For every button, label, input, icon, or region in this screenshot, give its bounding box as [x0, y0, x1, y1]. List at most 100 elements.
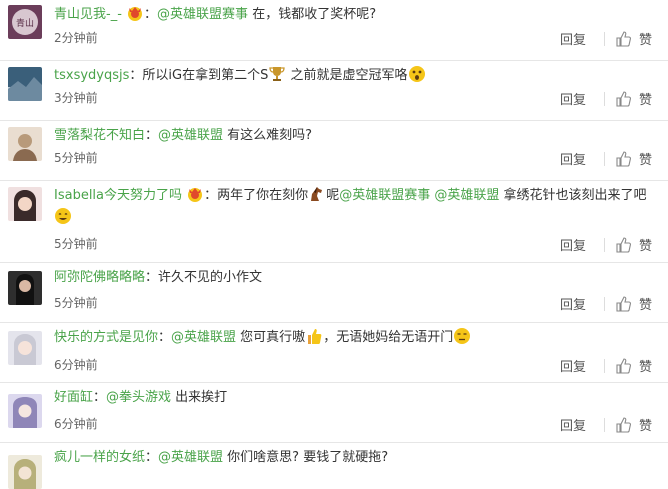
- thumbs-up-icon[interactable]: [615, 30, 631, 47]
- mention-link[interactable]: @英雄联盟: [434, 188, 499, 203]
- thumbs-up-icon[interactable]: [615, 357, 631, 374]
- avatar[interactable]: [8, 331, 42, 365]
- like-button[interactable]: 赞: [639, 415, 652, 434]
- comment-body: 疯儿一样的女纸：@英雄联盟 你们啥意思? 要钱了就硬拖?: [54, 450, 389, 465]
- comment-text: 两年了你在刻你: [217, 188, 309, 203]
- comment-text: 拿绣花针也该刻出来了吧: [499, 188, 647, 203]
- comment-body: Isabella今天努力了吗 ：两年了你在刻你 呢@英雄联盟赛事 @英雄联盟 拿绣…: [54, 185, 650, 229]
- thumbs-up-icon[interactable]: [615, 416, 631, 433]
- like-button[interactable]: 赞: [639, 149, 652, 168]
- comment-body: 阿弥陀佛略略略：许久不见的小作文: [54, 270, 263, 285]
- horse-icon: [308, 185, 326, 203]
- comment-body: 快乐的方式是见你：@英雄联盟 您可真行嗷 ，无语她妈给无语开门: [54, 327, 650, 349]
- divider: [603, 237, 605, 252]
- username[interactable]: tsxsydyqsjs: [54, 68, 129, 83]
- avatar[interactable]: 青山: [8, 5, 42, 39]
- mention-link[interactable]: @拳头游戏: [106, 390, 171, 405]
- comment-text: 有这么难刻吗?: [223, 128, 313, 143]
- comment-body: 好面缸：@拳头游戏 出来挨打: [54, 390, 228, 405]
- comment-item: Isabella今天努力了吗 ：两年了你在刻你 呢@英雄联盟赛事 @英雄联盟 拿绣…: [0, 181, 668, 263]
- like-button[interactable]: 赞: [639, 294, 652, 313]
- comment-item: 疯儿一样的女纸：@英雄联盟 你们啥意思? 要钱了就硬拖?: [0, 443, 668, 489]
- comment-actions: 回复 赞: [560, 149, 652, 168]
- divider: [603, 91, 605, 106]
- reply-button[interactable]: 回复: [560, 89, 586, 108]
- comment-actions: 回复 赞: [560, 294, 652, 313]
- comment-text: 你们啥意思? 要钱了就硬拖?: [223, 450, 389, 465]
- comment-text: 之前就是虚空冠军咯: [286, 68, 408, 83]
- thumbs-up-icon[interactable]: [615, 295, 631, 312]
- comment-body: 青山见我-_- ：@英雄联盟赛事 在，钱都收了奖杯呢?: [54, 4, 650, 26]
- timestamp: 6分钟前: [54, 417, 98, 431]
- surprised-emoji-icon: [408, 65, 426, 83]
- divider: [603, 358, 605, 373]
- username[interactable]: Isabella今天努力了吗: [54, 188, 182, 203]
- crown-badge-icon: [126, 4, 144, 22]
- comment-item: 好面缸：@拳头游戏 出来挨打 6分钟前 回复 赞: [0, 383, 668, 443]
- timestamp: 2分钟前: [54, 31, 98, 45]
- comment-actions: 回复 赞: [560, 356, 652, 375]
- avatar[interactable]: [8, 271, 42, 305]
- timestamp: 3分钟前: [54, 91, 98, 105]
- divider: [603, 31, 605, 46]
- username[interactable]: 阿弥陀佛略略略: [54, 270, 145, 285]
- reply-button[interactable]: 回复: [560, 29, 586, 48]
- timestamp: 5分钟前: [54, 296, 98, 310]
- reply-button[interactable]: 回复: [560, 149, 586, 168]
- comment-item: tsxsydyqsjs：所以iG在拿到第二个S 之前就是虚空冠军咯 3分钟前 回…: [0, 61, 668, 121]
- divider: [603, 417, 605, 432]
- thumbs-up-icon[interactable]: [615, 150, 631, 167]
- mention-link[interactable]: @英雄联盟: [171, 330, 236, 345]
- comment-actions: 回复 赞: [560, 415, 652, 434]
- comment-text: ，无语她妈给无语开门: [323, 330, 454, 345]
- crown-badge-icon: [186, 185, 204, 203]
- thumbs-up-emoji-icon: [305, 327, 323, 345]
- avatar[interactable]: [8, 187, 42, 221]
- comment-body: 雪落梨花不知白：@英雄联盟 有这么难刻吗?: [54, 128, 313, 143]
- avatar[interactable]: [8, 67, 42, 101]
- comment-actions: 回复 赞: [560, 89, 652, 108]
- reply-button[interactable]: 回复: [560, 356, 586, 375]
- comment-text: 所以iG在拿到第二个S: [142, 68, 269, 83]
- username[interactable]: 疯儿一样的女纸: [54, 450, 145, 465]
- comment-actions: 回复 赞: [560, 235, 652, 254]
- comment-item: 雪落梨花不知白：@英雄联盟 有这么难刻吗? 5分钟前 回复 赞: [0, 121, 668, 181]
- like-button[interactable]: 赞: [639, 29, 652, 48]
- comment-actions: 回复 赞: [560, 29, 652, 48]
- like-button[interactable]: 赞: [639, 89, 652, 108]
- comment-text: 在，钱都收了奖杯呢?: [248, 7, 377, 22]
- avatar[interactable]: [8, 455, 42, 489]
- thumbs-up-icon[interactable]: [615, 90, 631, 107]
- username[interactable]: 好面缸: [54, 390, 93, 405]
- reply-button[interactable]: 回复: [560, 294, 586, 313]
- like-button[interactable]: 赞: [639, 356, 652, 375]
- comment-text: 许久不见的小作文: [158, 270, 263, 285]
- username[interactable]: 快乐的方式是见你: [54, 330, 158, 345]
- speechless-emoji-icon: [453, 327, 471, 345]
- thumbs-up-icon[interactable]: [615, 236, 631, 253]
- comment-item: 快乐的方式是见你：@英雄联盟 您可真行嗷 ，无语她妈给无语开门 6分钟前 回复 赞: [0, 323, 668, 383]
- comment-item: 阿弥陀佛略略略：许久不见的小作文 5分钟前 回复 赞: [0, 263, 668, 323]
- trophy-icon: [268, 65, 286, 83]
- svg-text:青山: 青山: [16, 17, 34, 29]
- mention-link[interactable]: @英雄联盟赛事: [339, 188, 430, 203]
- reply-button[interactable]: 回复: [560, 415, 586, 434]
- comment-body: tsxsydyqsjs：所以iG在拿到第二个S 之前就是虚空冠军咯: [54, 65, 650, 87]
- divider: [603, 296, 605, 311]
- divider: [603, 151, 605, 166]
- avatar[interactable]: [8, 394, 42, 428]
- timestamp: 5分钟前: [54, 151, 98, 165]
- reply-button[interactable]: 回复: [560, 235, 586, 254]
- comment-text: 呢: [326, 188, 340, 203]
- username[interactable]: 青山见我-_-: [54, 7, 122, 22]
- mention-link[interactable]: @英雄联盟赛事: [157, 7, 248, 22]
- mention-link[interactable]: @英雄联盟: [158, 128, 223, 143]
- like-button[interactable]: 赞: [639, 235, 652, 254]
- avatar[interactable]: [8, 127, 42, 161]
- comment-text: 您可真行嗷: [236, 330, 306, 345]
- grin-emoji-icon: [54, 207, 72, 225]
- username[interactable]: 雪落梨花不知白: [54, 128, 145, 143]
- mention-link[interactable]: @英雄联盟: [158, 450, 223, 465]
- timestamp: 6分钟前: [54, 358, 98, 372]
- timestamp: 5分钟前: [54, 237, 98, 251]
